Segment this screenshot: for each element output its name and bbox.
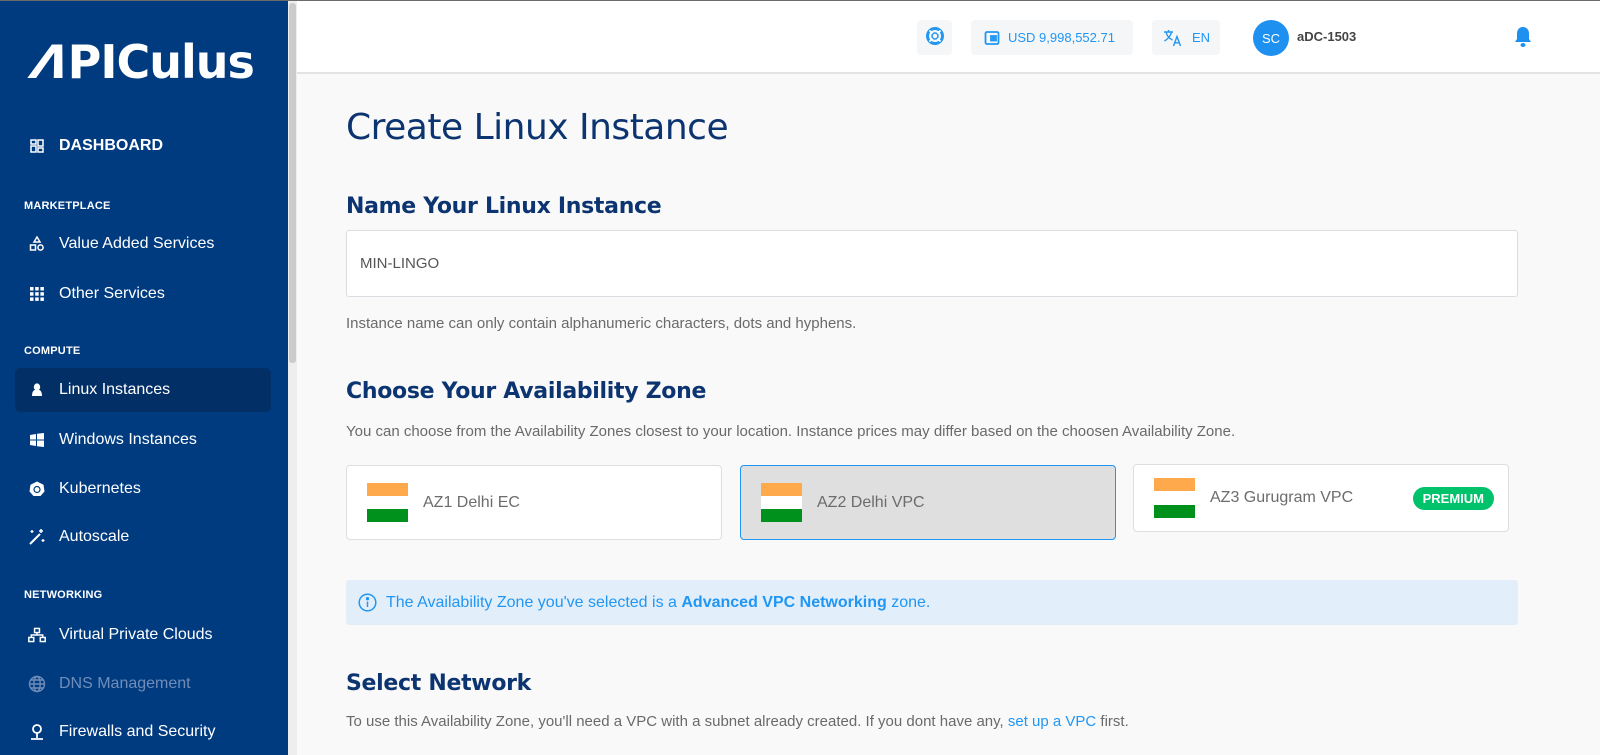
sidebar-item-label: DASHBOARD: [59, 137, 163, 154]
sidebar-item-kubernetes[interactable]: Kubernetes: [15, 467, 271, 511]
section-label-marketplace: MARKETPLACE: [24, 200, 111, 212]
sidebar-item-label: Virtual Private Clouds: [59, 626, 213, 643]
az-name: AZ1 Delhi EC: [423, 493, 520, 511]
sidebar-item-label: Value Added Services: [59, 235, 215, 252]
page-title: Create Linux Instance: [346, 107, 729, 148]
translate-icon: [1163, 29, 1183, 47]
support-button[interactable]: [917, 20, 952, 55]
network-help-suffix: first.: [1096, 713, 1129, 730]
sidebar-item-autoscale[interactable]: Autoscale: [15, 515, 271, 559]
sidebar-item-label: Other Services: [59, 285, 165, 302]
sidebar-item-dashboard[interactable]: DASHBOARD: [28, 137, 163, 155]
kubernetes-icon: [28, 480, 46, 498]
dashboard-icon: [28, 137, 46, 155]
apiculus-logo[interactable]: ΛPICulus: [23, 35, 255, 89]
network-section-help: To use this Availability Zone, you'll ne…: [346, 713, 1129, 730]
az-section-help: You can choose from the Availability Zon…: [346, 423, 1236, 440]
notifications-bell-icon[interactable]: [1513, 26, 1533, 53]
top-header: USD 9,998,552.71 EN SC aDC-1503: [297, 1, 1600, 74]
india-flag-icon: [761, 482, 802, 523]
sidebar-item-windows-instances[interactable]: Windows Instances: [15, 418, 271, 462]
logo-text: PICulus: [67, 35, 255, 89]
sidebar: ΛPICulus DASHBOARD MARKETPLACE Value Add…: [0, 1, 288, 755]
sidebar-item-label: Autoscale: [59, 528, 130, 545]
wallet-balance: USD 9,998,552.71: [1008, 30, 1115, 45]
section-label-networking: NETWORKING: [24, 589, 103, 601]
sidebar-item-label: Linux Instances: [59, 381, 171, 398]
user-name[interactable]: aDC-1503: [1297, 29, 1356, 44]
lifebuoy-icon: [925, 27, 944, 48]
instance-name-help: Instance name can only contain alphanume…: [346, 315, 857, 332]
az-info-banner: The Availability Zone you've selected is…: [346, 580, 1518, 625]
premium-badge: PREMIUM: [1412, 487, 1494, 510]
az-card-az3-gurugram-vpc[interactable]: AZ3 Gurugram VPC PREMIUM: [1133, 464, 1509, 532]
info-text: The Availability Zone you've selected is…: [386, 593, 682, 611]
sidebar-item-label: Kubernetes: [59, 480, 141, 497]
az-name: AZ3 Gurugram VPC: [1210, 489, 1354, 506]
sidebar-item-dns-management: DNS Management: [15, 662, 271, 706]
magic-wand-icon: [28, 528, 46, 546]
setup-vpc-link[interactable]: set up a VPC: [1008, 713, 1096, 730]
network-help-text: To use this Availability Zone, you'll ne…: [346, 713, 1008, 730]
sidebar-item-label: Windows Instances: [59, 431, 197, 448]
shapes-icon: [28, 235, 46, 253]
info-icon: [358, 593, 377, 612]
language-code: EN: [1192, 30, 1211, 45]
sidebar-item-other-services[interactable]: Other Services: [15, 272, 271, 316]
instance-name-input[interactable]: [346, 230, 1518, 297]
sidebar-scrollbar-thumb[interactable]: [289, 3, 296, 363]
grid-icon: [28, 285, 46, 303]
wallet-balance-button[interactable]: USD 9,998,552.71: [971, 20, 1133, 55]
network-icon: [28, 626, 46, 644]
india-flag-icon: [367, 482, 408, 523]
wallet-icon: [984, 30, 1000, 46]
language-selector[interactable]: EN: [1152, 20, 1220, 55]
sidebar-item-virtual-private-clouds[interactable]: Virtual Private Clouds: [15, 613, 271, 657]
name-section-title: Name Your Linux Instance: [346, 194, 662, 219]
az-name: AZ2 Delhi VPC: [817, 493, 925, 511]
az-card-az1-delhi-ec[interactable]: AZ1 Delhi EC: [346, 465, 722, 540]
sidebar-item-value-added-services[interactable]: Value Added Services: [15, 222, 271, 266]
sidebar-item-label: DNS Management: [59, 675, 191, 692]
globe-icon: [28, 675, 46, 693]
windows-icon: [28, 431, 46, 449]
info-text-suffix: zone.: [886, 593, 931, 611]
sidebar-item-linux-instances[interactable]: Linux Instances: [15, 368, 271, 412]
linux-icon: [28, 381, 46, 399]
india-flag-icon: [1154, 478, 1195, 518]
network-section-title: Select Network: [346, 671, 532, 696]
shield-pin-icon: [28, 723, 46, 741]
az-section-title: Choose Your Availability Zone: [346, 379, 707, 404]
az-card-az2-delhi-vpc[interactable]: AZ2 Delhi VPC: [740, 465, 1116, 540]
sidebar-item-firewalls-and-security[interactable]: Firewalls and Security: [15, 710, 271, 754]
user-avatar[interactable]: SC: [1253, 20, 1289, 56]
sidebar-item-label: Firewalls and Security: [59, 723, 216, 740]
section-label-compute: COMPUTE: [24, 345, 81, 357]
info-text-bold: Advanced VPC Networking: [681, 593, 887, 611]
